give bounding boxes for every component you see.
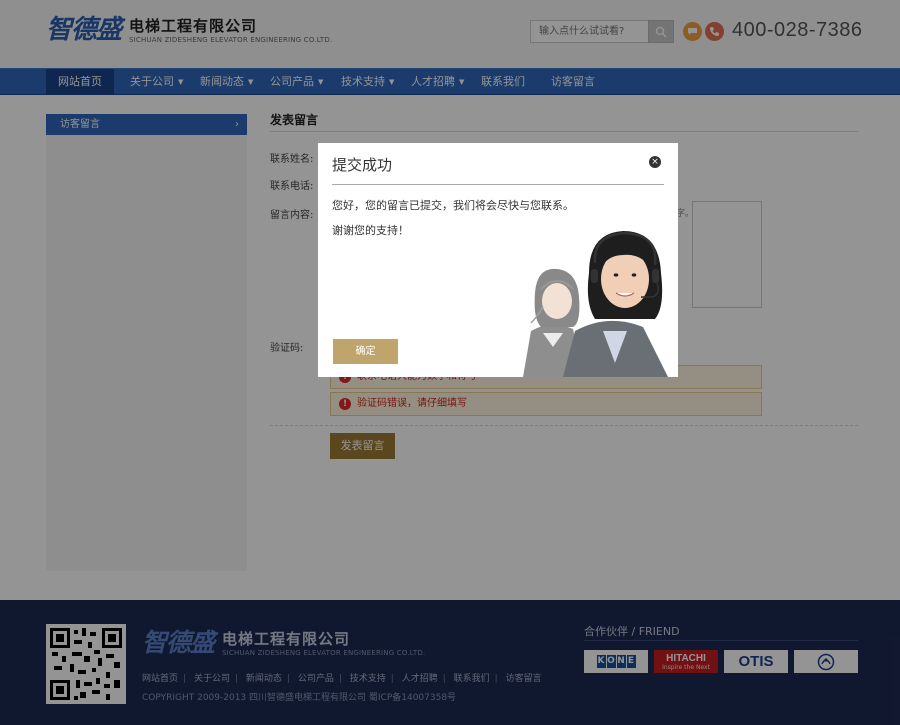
customer-service-illustration [523, 231, 668, 377]
dialog-title: 提交成功 [332, 156, 393, 174]
dialog-message: 您好，您的留言已提交，我们将会尽快与您联系。 [332, 199, 574, 212]
close-icon[interactable]: × [649, 156, 661, 168]
ok-button[interactable]: 确定 [333, 339, 398, 364]
success-dialog: 提交成功 × 您好，您的留言已提交，我们将会尽快与您联系。 谢谢您的支持！ 确定 [318, 143, 678, 377]
dialog-thanks: 谢谢您的支持！ [332, 224, 409, 237]
dialog-divider [332, 184, 664, 185]
